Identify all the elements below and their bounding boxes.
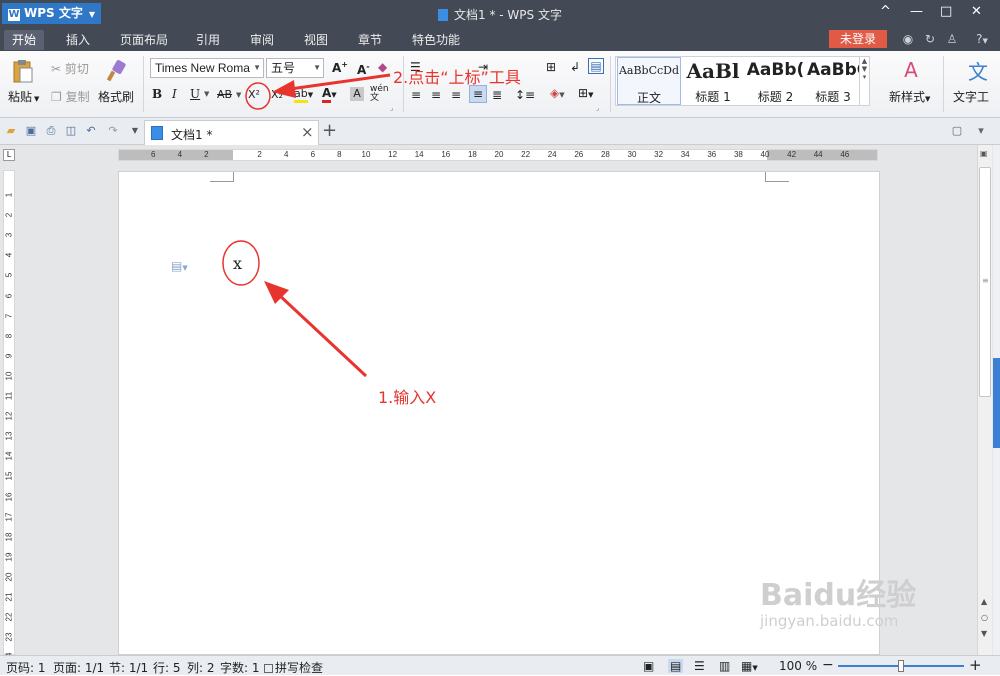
zoom-level[interactable]: 100 % <box>779 659 817 673</box>
watermark-brand: Baidu经验 <box>760 578 917 613</box>
status-row: 行: 5 <box>153 661 181 675</box>
status-column: 列: 2 <box>187 661 215 675</box>
page-view-icon[interactable]: ▤ <box>668 659 684 673</box>
zoom-out-button[interactable]: − <box>822 657 834 673</box>
spell-check-toggle[interactable]: 拼写检查 <box>264 659 323 676</box>
side-panel-tab[interactable] <box>993 358 1000 448</box>
checkbox-icon <box>264 664 273 673</box>
status-word-count[interactable]: 字数: 1 <box>220 659 260 676</box>
status-bar: 页码: 1 页面: 1/1 节: 1/1 行: 5 列: 2 字数: 1 拼写检… <box>0 655 1000 675</box>
fullscreen-view-icon[interactable]: ▣ <box>643 659 654 673</box>
superscript-highlight-circle <box>245 82 271 110</box>
vertical-scrollbar[interactable]: ▣ ≡ ▲ ○ ▼ <box>977 145 992 655</box>
side-panel-toggle[interactable] <box>993 145 1000 655</box>
scrollbar-thumb[interactable]: ≡ <box>979 167 991 397</box>
zoom-slider[interactable] <box>838 660 964 672</box>
reading-view-icon[interactable]: ▦▼ <box>741 659 758 673</box>
step-2-annotation: 2.点击“上标”工具 <box>393 68 521 87</box>
scroll-next-page-icon[interactable]: ▼ <box>981 629 987 638</box>
watermark-url: jingyan.baidu.com <box>760 612 899 630</box>
scroll-prev-page-icon[interactable]: ▲ <box>981 597 987 606</box>
arrow-head <box>272 80 296 98</box>
outline-view-icon[interactable]: ☰ <box>694 659 705 673</box>
status-section: 节: 1/1 <box>109 661 149 675</box>
scroll-up-icon[interactable]: ▣ <box>980 149 988 158</box>
status-page-number: 页码: 1 <box>6 661 46 675</box>
arrow-to-text <box>276 292 368 378</box>
step-1-annotation: 1.输入X <box>378 388 437 407</box>
scroll-select-object-icon[interactable]: ○ <box>981 613 988 622</box>
text-highlight-circle <box>222 240 260 286</box>
baidu-watermark: Baidu经验 jingyan.baidu.com <box>760 570 916 630</box>
status-pages: 页面: 1/1 <box>53 661 105 675</box>
zoom-slider-thumb[interactable] <box>898 660 904 672</box>
arrow-to-superscript <box>289 73 391 91</box>
spell-check-label: 拼写检查 <box>275 661 324 675</box>
web-view-icon[interactable]: ▥ <box>719 659 730 673</box>
zoom-in-button[interactable]: + <box>969 656 982 674</box>
